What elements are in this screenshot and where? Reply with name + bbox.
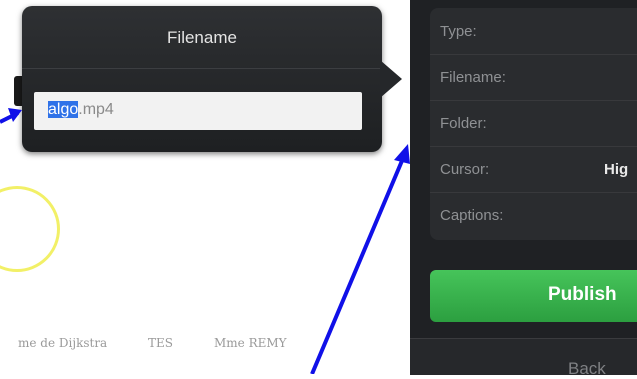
loading-spinner-icon — [0, 186, 60, 272]
filename-input[interactable]: algo.mp4 — [34, 92, 362, 130]
partial-control — [14, 76, 22, 106]
row-folder-label: Folder: — [440, 115, 487, 132]
publish-panel: Type: Filename: Folder: Cursor: Hig Capt… — [410, 0, 637, 378]
link-mme-remy[interactable]: Mme REMY — [214, 336, 287, 350]
row-type-label: Type: — [440, 23, 477, 40]
row-captions-label: Captions: — [440, 207, 504, 224]
annotation-arrowhead-left — [8, 108, 22, 122]
popover-title: Filename — [167, 28, 237, 47]
row-cursor[interactable]: Cursor: Hig — [430, 146, 637, 193]
publish-button-label: Publish — [548, 284, 617, 305]
link-tes[interactable]: TES — [148, 336, 173, 350]
filename-popover: Filename algo.mp4 — [22, 6, 382, 152]
row-cursor-label: Cursor: — [440, 161, 490, 178]
popover-pointer — [380, 60, 402, 98]
row-filename-label: Filename: — [440, 69, 506, 86]
row-captions[interactable]: Captions: — [430, 192, 637, 238]
annotation-arrowhead-right — [394, 144, 410, 164]
publish-button[interactable]: Publish — [430, 270, 637, 322]
back-button[interactable]: Back — [568, 359, 606, 379]
annotation-arrow-to-filename-row — [310, 155, 406, 374]
settings-group: Type: Filename: Folder: Cursor: Hig Capt… — [430, 8, 637, 240]
row-filename[interactable]: Filename: — [430, 54, 637, 101]
filename-extension-text: .mp4 — [78, 101, 114, 118]
row-cursor-value: Hig — [604, 161, 629, 178]
annotation-arrow-to-field — [0, 111, 19, 124]
row-type[interactable]: Type: — [430, 8, 637, 55]
bottom-bar: Back — [410, 338, 637, 378]
link-dijkstra[interactable]: me de Dijkstra — [18, 336, 107, 350]
divider — [22, 68, 382, 69]
selected-filename-text: algo — [48, 101, 79, 118]
row-folder[interactable]: Folder: — [430, 100, 637, 147]
